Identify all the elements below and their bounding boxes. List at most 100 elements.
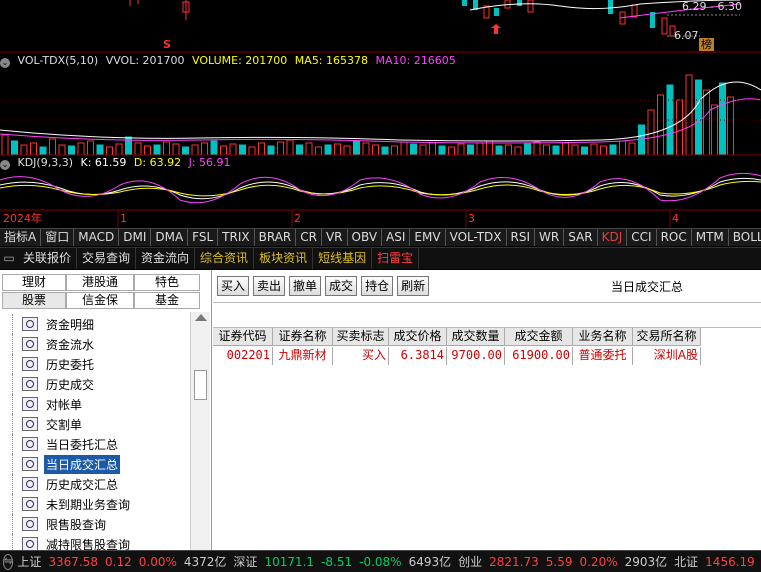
volume-bar <box>172 143 180 156</box>
function-tab[interactable]: 板块资讯 <box>254 248 314 269</box>
indicator-tab[interactable]: VOL-TDX <box>446 229 507 246</box>
column-header[interactable]: 证券代码 <box>213 328 273 346</box>
magnifier-doc-icon <box>22 537 38 550</box>
indicator-tab[interactable]: CCI <box>627 229 657 246</box>
kdj-name: KDJ(9,3,3) <box>17 156 74 169</box>
rank-badge[interactable]: 榜 <box>699 38 714 51</box>
function-tab[interactable]: 短线基因 <box>313 248 373 269</box>
tree-item[interactable]: 资金明细 <box>22 314 96 334</box>
tree-item[interactable]: 交割单 <box>22 414 84 434</box>
sell-button[interactable]: 卖出 <box>253 276 286 296</box>
indicator-tab[interactable]: 窗口 <box>41 229 75 246</box>
category-tab[interactable]: 股票 <box>2 292 66 309</box>
indicator-tab[interactable]: ASI <box>382 229 411 246</box>
indicator-tab[interactable]: FSL <box>188 229 219 246</box>
kdj-j: J: 56.91 <box>188 156 231 169</box>
tree-item[interactable]: 历史成交汇总 <box>22 474 120 494</box>
volume-bar <box>476 142 484 156</box>
sz-name: 深证 <box>233 555 258 569</box>
function-tab[interactable]: 综合资讯 <box>195 248 255 269</box>
s-marker: S <box>163 38 171 51</box>
volume-bar <box>144 145 151 156</box>
indicator-tab[interactable]: TRIX <box>218 229 255 246</box>
category-tab[interactable]: 特色 <box>134 274 200 291</box>
sh-amount: 4372亿 <box>183 555 227 569</box>
indicator-tab[interactable]: KDJ <box>598 229 628 246</box>
tree-item[interactable]: 当日成交汇总 <box>22 454 121 474</box>
chart-canvas: S <box>0 0 761 228</box>
refresh-button[interactable]: 刷新 <box>397 276 430 296</box>
volume-bar <box>524 143 531 156</box>
volume-bar <box>20 144 28 156</box>
tree-scrollbar[interactable] <box>190 312 210 550</box>
tree-item[interactable]: 历史成交 <box>22 374 96 394</box>
indicator-tab[interactable]: CR <box>296 229 322 246</box>
circle-arrow-icon[interactable]: ⇋ <box>3 553 14 570</box>
indicator-tab[interactable]: DMA <box>151 229 189 246</box>
deal-button[interactable]: 成交 <box>325 276 358 296</box>
tree-guide <box>12 354 22 374</box>
indicator-tab[interactable]: MTM <box>692 229 729 246</box>
column-header[interactable]: 交易所名称 <box>633 328 701 346</box>
tree-item[interactable]: 未到期业务查询 <box>22 494 132 514</box>
category-tab[interactable]: 理财 <box>2 274 66 291</box>
category-tab[interactable]: 信金保 <box>66 292 134 309</box>
indicator-tab[interactable]: SAR <box>564 229 598 246</box>
indicator-tab[interactable]: OBV <box>348 229 383 246</box>
scroll-thumb[interactable] <box>194 370 207 400</box>
square-menu-icon[interactable]: ▭ <box>0 248 18 268</box>
volume-bar <box>353 140 360 156</box>
indicator-tab[interactable]: WR <box>535 229 565 246</box>
column-header[interactable]: 买卖标志 <box>333 328 389 346</box>
scroll-up-icon[interactable] <box>195 314 207 321</box>
indicator-tab[interactable]: RSI <box>507 229 536 246</box>
indicator-tab[interactable]: EMV <box>410 229 446 246</box>
function-tab[interactable]: 关联报价 <box>18 248 78 269</box>
table-row[interactable]: 002201 九鼎新材 买入 6.3814 9700.00 61900.00 普通委托 深圳A… <box>213 347 701 365</box>
indicator-tab[interactable]: VR <box>322 229 348 246</box>
buy-button[interactable]: 买入 <box>217 276 250 296</box>
indicator-tab[interactable]: DMI <box>119 229 152 246</box>
volume-bar <box>87 140 94 156</box>
cancel-order-button[interactable]: 撤单 <box>289 276 322 296</box>
tree-item[interactable]: 历史委托 <box>22 354 96 374</box>
tree-item[interactable]: 资金流水 <box>22 334 96 354</box>
rank-badge-wrap[interactable]: 榜 <box>699 38 718 52</box>
indicator-tab[interactable]: BOLL <box>729 229 761 246</box>
tree-item[interactable]: 当日委托汇总 <box>22 434 120 454</box>
circle-down-icon[interactable]: ⌄ <box>0 160 10 170</box>
magnifier-doc-icon <box>22 437 38 451</box>
volume-bar <box>676 99 683 156</box>
tree-guide <box>12 414 22 434</box>
tree-item[interactable]: 限售股查询 <box>22 514 108 534</box>
column-header[interactable]: 业务名称 <box>573 328 633 346</box>
category-tab[interactable]: 港股通 <box>66 274 134 291</box>
indicator-tab[interactable]: BRAR <box>255 229 297 246</box>
circle-down-icon[interactable]: ⌄ <box>0 58 10 68</box>
tree-item[interactable]: 减持限售股查询 <box>22 534 132 550</box>
volume-bar <box>106 146 113 156</box>
volume-bar <box>600 145 607 156</box>
volume-bar <box>115 143 123 156</box>
category-tab[interactable]: 基金 <box>134 292 200 309</box>
function-tab[interactable]: 交易查询 <box>77 248 137 269</box>
volume-bars <box>1 74 734 156</box>
column-header[interactable]: 证券名称 <box>273 328 333 346</box>
function-tab[interactable]: 资金流向 <box>136 248 196 269</box>
tree-item[interactable]: 对帐单 <box>22 394 84 414</box>
price-low-label: 6.07 <box>674 29 699 42</box>
volume-bar <box>191 144 199 156</box>
kline-chart-area[interactable]: S 6.29 - 6.30 6.07 榜 ⌄ VOL-TDX(5,10) VVO… <box>0 0 761 228</box>
column-header[interactable]: 成交金额 <box>505 328 573 346</box>
indicator-tab[interactable]: 指标A <box>0 229 42 246</box>
column-header[interactable]: 成交价格 <box>389 328 447 346</box>
volume-bar <box>638 124 645 156</box>
position-button[interactable]: 持仓 <box>361 276 394 296</box>
table-cell: 9700.00 <box>447 347 505 365</box>
sz-change: -8.51 <box>321 554 353 569</box>
function-tab[interactable]: 扫雷宝 <box>372 248 420 269</box>
column-header[interactable]: 成交数量 <box>447 328 505 346</box>
indicator-tab[interactable]: ROC <box>657 229 692 246</box>
function-tree: 资金明细 资金流水 历史委托 历史成交 对帐单 交割单 当日委托汇总 当日成交汇总 历史成交汇总… <box>0 312 190 550</box>
indicator-tab[interactable]: MACD <box>74 229 120 246</box>
